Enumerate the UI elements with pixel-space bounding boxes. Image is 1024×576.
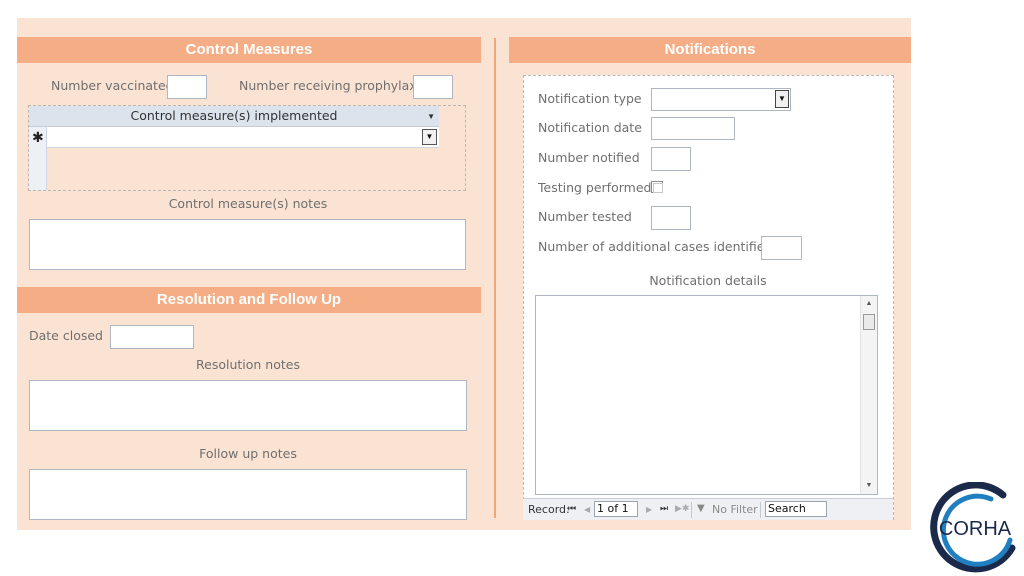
last-record-icon[interactable]: ⏭ — [660, 504, 668, 514]
scroll-down-icon[interactable]: ▼ — [861, 478, 877, 494]
notifications-header: Notifications — [509, 37, 911, 63]
previous-record-icon[interactable]: ◀ — [584, 505, 590, 514]
number-tested-label: Number tested — [538, 209, 632, 224]
column-sort-arrow-icon[interactable]: ▼ — [427, 106, 435, 127]
number-prophylaxis-label: Number receiving prophylaxis — [239, 78, 427, 93]
control-measures-notes-label: Control measure(s) notes — [168, 196, 328, 211]
date-closed-label: Date closed — [29, 328, 103, 343]
vertical-scrollbar[interactable]: ▲ ▼ — [860, 296, 877, 494]
number-prophylaxis-field[interactable] — [413, 75, 453, 99]
number-notified-label: Number notified — [538, 150, 640, 165]
resolution-notes-label: Resolution notes — [196, 357, 300, 372]
new-record-marker-icon: ✱ — [32, 129, 44, 145]
no-filter-label[interactable]: No Filter — [712, 503, 758, 516]
number-notified-field[interactable] — [651, 147, 691, 171]
next-record-icon[interactable]: ▶ — [646, 505, 652, 514]
notification-type-label: Notification type — [538, 91, 642, 106]
table-row[interactable]: ▼ — [47, 127, 439, 148]
scroll-thumb[interactable] — [863, 314, 875, 330]
record-label: Record: — [528, 503, 570, 516]
chevron-down-icon[interactable]: ▼ — [422, 129, 437, 145]
number-vaccinated-label: Number vaccinated — [51, 78, 174, 93]
resolution-header: Resolution and Follow Up — [17, 287, 481, 313]
scroll-up-icon[interactable]: ▲ — [861, 296, 877, 312]
notification-details-label: Notification details — [649, 273, 767, 288]
notification-details-field[interactable]: ▲ ▼ — [535, 295, 878, 495]
resolution-notes-field[interactable] — [29, 380, 467, 431]
record-navigation-bar: Record: ⏮ ◀ 1 of 1 ▶ ⏭ ▶✱ ▼ No Filter Se… — [523, 498, 893, 520]
nav-divider — [691, 502, 692, 518]
search-input[interactable]: Search — [765, 501, 827, 517]
column-divider — [494, 38, 496, 518]
new-record-icon[interactable]: ▶✱ — [675, 504, 689, 514]
nav-divider — [760, 502, 761, 518]
testing-performed-label: Testing performed — [538, 180, 652, 195]
number-vaccinated-field[interactable] — [167, 75, 207, 99]
follow-up-notes-field[interactable] — [29, 469, 467, 520]
number-tested-field[interactable] — [651, 206, 691, 230]
additional-cases-field[interactable] — [761, 236, 802, 260]
follow-up-notes-label: Follow up notes — [199, 446, 297, 461]
control-measures-header: Control Measures — [17, 37, 481, 63]
control-measures-subform: Control measure(s) implemented ▼ ✱ ▼ — [28, 105, 466, 191]
column-header-label: Control measure(s) implemented — [130, 108, 338, 123]
testing-performed-checkbox[interactable] — [651, 181, 663, 193]
notification-date-label: Notification date — [538, 120, 642, 135]
corha-logo: CORHA — [930, 482, 1016, 573]
control-measures-column-header[interactable]: Control measure(s) implemented — [29, 106, 439, 127]
notification-type-select[interactable]: ▼ — [651, 88, 791, 111]
additional-cases-label: Number of additional cases identified — [538, 239, 773, 254]
first-record-icon[interactable]: ⏮ — [568, 504, 576, 514]
filter-icon[interactable]: ▼ — [697, 503, 705, 514]
logo-text: CORHA — [939, 518, 1012, 540]
notification-date-field[interactable] — [651, 117, 735, 140]
date-closed-field[interactable] — [110, 325, 194, 349]
current-record-field[interactable]: 1 of 1 — [594, 501, 638, 517]
chevron-down-icon[interactable]: ▼ — [775, 90, 789, 108]
control-measures-notes-field[interactable] — [29, 219, 466, 270]
